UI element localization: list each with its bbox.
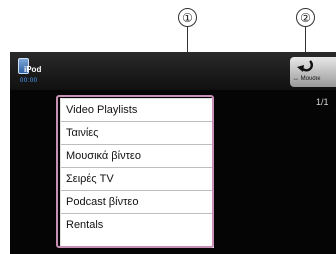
menu-item-tv-series[interactable]: Σειρές TV [61,168,213,191]
device-screen: iPod 00:00 Video Playlists Ταινίες Μουσι… [10,52,336,254]
menu-item-video-playlists[interactable]: Video Playlists [61,99,213,122]
menu-item-rentals[interactable]: Rentals [61,214,213,237]
top-bar [10,52,336,90]
page-indicator: 1/1 [316,97,329,107]
video-menu-list: Video Playlists Ταινίες Μουσικά βίντεο Σ… [60,98,214,248]
callout-1: ① [178,8,197,27]
playback-time: 00:00 [20,78,38,84]
back-button-label: ↔ Μουσικ [293,76,321,82]
ipod-label: iPod [24,65,42,74]
menu-item-movies[interactable]: Ταινίες [61,122,213,145]
callout-2: ② [296,8,315,27]
back-arrow-icon[interactable] [294,57,316,73]
menu-item-podcast-videos[interactable]: Podcast βίντεο [61,191,213,214]
menu-item-music-videos[interactable]: Μουσικά βίντεο [61,145,213,168]
ipod-source-badge[interactable]: iPod 00:00 [14,54,50,88]
